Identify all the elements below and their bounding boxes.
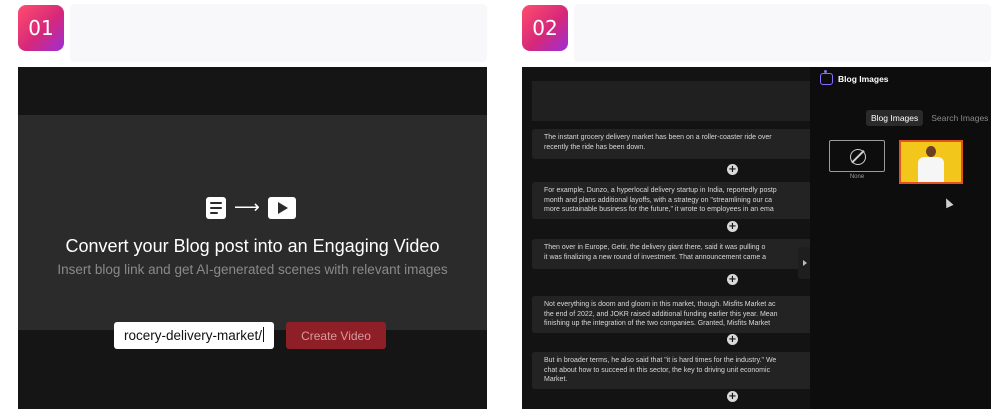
scene-editor-screen: The instant grocery delivery market has …	[522, 67, 991, 409]
step-badge-02: 02	[522, 5, 568, 51]
scene-paragraph[interactable]: The instant grocery delivery market has …	[532, 129, 822, 159]
add-scene-button[interactable]: +	[727, 274, 738, 285]
no-image-option[interactable]	[829, 140, 885, 172]
drawer-header: Blog Images	[820, 70, 889, 85]
scene-paragraph[interactable]: Then over in Europe, Getir, the delivery…	[532, 239, 822, 269]
paragraph-line: Then over in Europe, Getir, the delivery…	[544, 244, 766, 251]
image-source-tabs: Blog Images Search Images	[866, 110, 991, 126]
blog-url-value: rocery-delivery-market/	[124, 328, 263, 343]
arrow-right-icon: ⟶	[234, 197, 260, 218]
scene-paragraph[interactable]: Not everything is doom and gloom in this…	[532, 296, 822, 333]
paragraph-line: the end of 2022, and JOKR raised additio…	[544, 310, 778, 318]
paragraph-line: finishing up the integration of the two …	[544, 320, 771, 327]
create-video-button[interactable]: Create Video	[286, 322, 386, 349]
document-icon	[206, 197, 226, 219]
blog-url-input[interactable]: rocery-delivery-market/	[114, 322, 274, 349]
paragraph-line: more sustainable business for the future…	[544, 206, 774, 213]
paragraph-line: But in broader terms, he also said that …	[544, 357, 777, 364]
paragraph-line: it was finalizing a new round of investm…	[544, 253, 767, 261]
blog-image-thumbnail[interactable]	[899, 140, 963, 184]
person-head	[926, 146, 936, 157]
editor-top-bar	[532, 81, 822, 121]
tab-blog-images[interactable]: Blog Images	[866, 110, 924, 126]
add-scene-button[interactable]: +	[727, 221, 738, 232]
drawer-title: Blog Images	[838, 74, 889, 84]
text-caret	[263, 327, 265, 342]
blog-images-drawer: Blog Images Blog Images Search Images No…	[810, 67, 991, 409]
ban-icon	[850, 149, 866, 165]
paragraph-line: recently the ride has been down.	[544, 143, 646, 151]
paragraph-line: Not everything is doom and gloom in this…	[544, 301, 776, 308]
page-subtitle: Insert blog link and get AI-generated sc…	[57, 262, 448, 277]
panel1-header-strip	[70, 4, 487, 62]
top-bar	[18, 67, 487, 115]
robot-icon	[820, 70, 833, 85]
add-scene-button[interactable]: +	[727, 391, 738, 402]
convert-card: ⟶ Convert your Blog post into an Engagin…	[18, 115, 487, 349]
paragraph-line: month and plans additional layoffs, with…	[544, 196, 773, 204]
blog-to-video-screen: ⟶ Convert your Blog post into an Engagin…	[18, 67, 487, 409]
scene-paragraph[interactable]: For example, Dunzo, a hyperlocal deliver…	[532, 182, 822, 219]
page-title: Convert your Blog post into an Engaging …	[65, 236, 440, 256]
panel2-header-strip	[574, 4, 991, 62]
paragraph-line: Market.	[544, 376, 568, 383]
person-body	[918, 157, 944, 182]
cursor-icon	[942, 196, 954, 209]
tab-search-images[interactable]: Search Images	[926, 110, 991, 126]
scene-paragraph[interactable]: But in broader terms, he also said that …	[532, 352, 822, 389]
video-play-icon	[267, 197, 296, 219]
paragraph-line: chat about how to succeed in this sector…	[544, 366, 771, 374]
no-image-label: None	[849, 174, 865, 180]
add-scene-button[interactable]: +	[727, 164, 738, 175]
paragraph-line: The instant grocery delivery market has …	[544, 134, 772, 141]
add-scene-button[interactable]: +	[727, 334, 738, 345]
step-badge-01: 01	[18, 5, 64, 51]
conversion-icons: ⟶	[206, 197, 296, 219]
paragraph-line: For example, Dunzo, a hyperlocal deliver…	[544, 187, 777, 194]
